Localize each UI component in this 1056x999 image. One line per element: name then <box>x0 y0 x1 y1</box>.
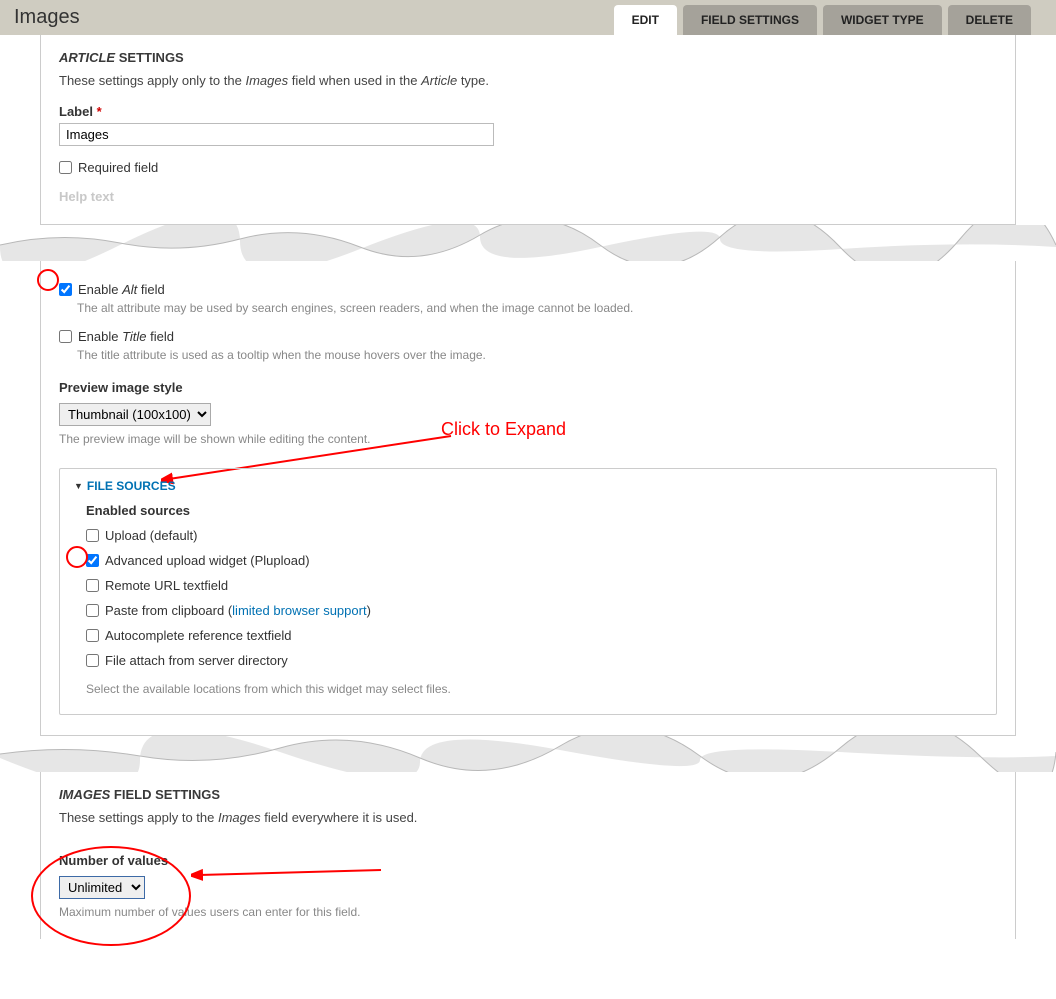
file-sources-legend[interactable]: ▼ FILE SOURCES <box>74 479 982 493</box>
enable-title-label: Enable Title field <box>78 329 174 344</box>
source-plupload-row: Advanced upload widget (Plupload) <box>86 553 982 568</box>
field-settings-desc: These settings apply to the Images field… <box>59 810 997 825</box>
source-remote-label: Remote URL textfield <box>105 578 228 593</box>
source-autocomplete-row: Autocomplete reference textfield <box>86 628 982 643</box>
source-paste-checkbox[interactable] <box>86 604 99 617</box>
source-autocomplete-label: Autocomplete reference textfield <box>105 628 291 643</box>
enable-alt-checkbox[interactable] <box>59 283 72 296</box>
annotation-circle-alt <box>37 269 59 291</box>
source-remote-row: Remote URL textfield <box>86 578 982 593</box>
annotation-circle-plupload <box>66 546 88 568</box>
nov-label: Number of values <box>59 853 997 868</box>
required-field-label: Required field <box>78 160 158 175</box>
tab-edit[interactable]: EDIT <box>614 5 677 35</box>
annotation-click-expand: Click to Expand <box>441 419 566 440</box>
enable-title-checkbox[interactable] <box>59 330 72 343</box>
source-upload-label: Upload (default) <box>105 528 198 543</box>
triangle-down-icon: ▼ <box>74 481 83 491</box>
article-settings-panel-cont: Enable Alt field The alt attribute may b… <box>40 261 1016 736</box>
file-sources-fieldset: ▼ FILE SOURCES Enabled sources Upload (d… <box>59 468 997 715</box>
preview-style-select[interactable]: Thumbnail (100x100) <box>59 403 211 426</box>
torn-edge-icon <box>0 225 1056 261</box>
tab-widget-type[interactable]: WIDGET TYPE <box>823 5 942 35</box>
enable-alt-help: The alt attribute may be used by search … <box>77 301 997 315</box>
page-title: Images <box>14 6 80 29</box>
source-paste-label: Paste from clipboard (limited browser su… <box>105 603 371 618</box>
nov-help: Maximum number of values users can enter… <box>59 905 997 919</box>
source-attach-row: File attach from server directory <box>86 653 982 668</box>
source-attach-checkbox[interactable] <box>86 654 99 667</box>
article-settings-desc: These settings apply only to the Images … <box>59 73 997 88</box>
tab-delete[interactable]: DELETE <box>948 5 1031 35</box>
source-upload-checkbox[interactable] <box>86 529 99 542</box>
enable-alt-label: Enable Alt field <box>78 282 165 297</box>
preview-style-label: Preview image style <box>59 380 997 395</box>
enable-title-row: Enable Title field <box>59 329 997 344</box>
source-autocomplete-checkbox[interactable] <box>86 629 99 642</box>
source-remote-checkbox[interactable] <box>86 579 99 592</box>
article-settings-heading: ARTICLE SETTINGS <box>59 50 997 65</box>
enable-alt-row: Enable Alt field <box>59 282 997 297</box>
source-upload-row: Upload (default) <box>86 528 982 543</box>
tabs: EDIT FIELD SETTINGS WIDGET TYPE DELETE <box>614 5 1031 35</box>
tab-field-settings[interactable]: FIELD SETTINGS <box>683 5 817 35</box>
enable-title-help: The title attribute is used as a tooltip… <box>77 348 997 362</box>
limited-support-link[interactable]: limited browser support <box>232 603 366 618</box>
enabled-sources-heading: Enabled sources <box>86 503 982 518</box>
sources-help: Select the available locations from whic… <box>86 682 982 696</box>
required-field-row: Required field <box>59 160 997 175</box>
source-attach-label: File attach from server directory <box>105 653 288 668</box>
source-plupload-checkbox[interactable] <box>86 554 99 567</box>
help-text-label: Help text <box>59 189 997 204</box>
topbar: Images EDIT FIELD SETTINGS WIDGET TYPE D… <box>0 0 1056 35</box>
nov-select[interactable]: Unlimited <box>59 876 145 899</box>
required-field-checkbox[interactable] <box>59 161 72 174</box>
torn-edge-icon <box>0 736 1056 772</box>
field-settings-heading: IMAGES FIELD SETTINGS <box>59 787 997 802</box>
source-plupload-label: Advanced upload widget (Plupload) <box>105 553 310 568</box>
required-asterisk: * <box>97 104 102 119</box>
field-settings-panel: IMAGES FIELD SETTINGS These settings app… <box>40 772 1016 939</box>
article-settings-panel: ARTICLE SETTINGS These settings apply on… <box>40 35 1016 225</box>
source-paste-row: Paste from clipboard (limited browser su… <box>86 603 982 618</box>
label-field-label: Label * <box>59 104 997 119</box>
label-input[interactable] <box>59 123 494 146</box>
